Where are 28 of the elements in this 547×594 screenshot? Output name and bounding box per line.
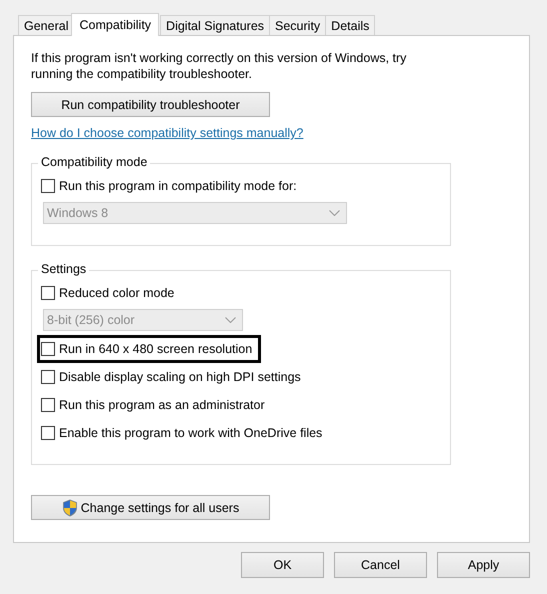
- chevron-icon: [329, 210, 340, 216]
- checkbox-label[interactable]: Reduced color mode: [59, 286, 174, 300]
- checkbox-label[interactable]: Run this program in compatibility mode for:: [59, 179, 297, 193]
- dialog-button[interactable]: Cancel: [334, 552, 427, 578]
- tab[interactable]: Digital Signatures: [160, 15, 270, 35]
- help-link[interactable]: How do I choose compatibility settings manually?: [31, 126, 304, 140]
- checkbox[interactable]: [41, 426, 55, 440]
- checkbox-label[interactable]: Run in 640 x 480 screen resolution: [59, 342, 252, 356]
- all-users-button[interactable]: Change settings for all users: [31, 495, 270, 520]
- group-title: Settings: [38, 262, 90, 276]
- checkbox-label[interactable]: Enable this program to work with OneDrive files: [59, 426, 322, 440]
- chevron-icon: [225, 317, 236, 323]
- intro-text: If this program isn't working correctly on this version of Windows, try running the compatibility troubleshooter.: [31, 50, 408, 82]
- dialog-button[interactable]: OK: [241, 552, 324, 578]
- checkbox[interactable]: [41, 342, 55, 356]
- checkbox-label[interactable]: Disable display scaling on high DPI settings: [59, 370, 301, 384]
- checkbox-label[interactable]: Run this program as an administrator: [59, 398, 265, 412]
- dialog-button[interactable]: Apply: [437, 552, 530, 578]
- checkbox[interactable]: [41, 286, 55, 300]
- tab[interactable]: Security: [269, 15, 326, 35]
- checkbox[interactable]: [41, 398, 55, 412]
- checkbox[interactable]: [41, 179, 55, 193]
- group-title: Compatibility mode: [38, 155, 150, 169]
- tab[interactable]: Compatibility: [71, 13, 160, 36]
- tab[interactable]: Details: [325, 15, 376, 35]
- troubleshooter-button[interactable]: Run compatibility troubleshooter: [31, 92, 270, 117]
- checkbox[interactable]: [41, 370, 55, 384]
- shield-icon: [62, 498, 78, 516]
